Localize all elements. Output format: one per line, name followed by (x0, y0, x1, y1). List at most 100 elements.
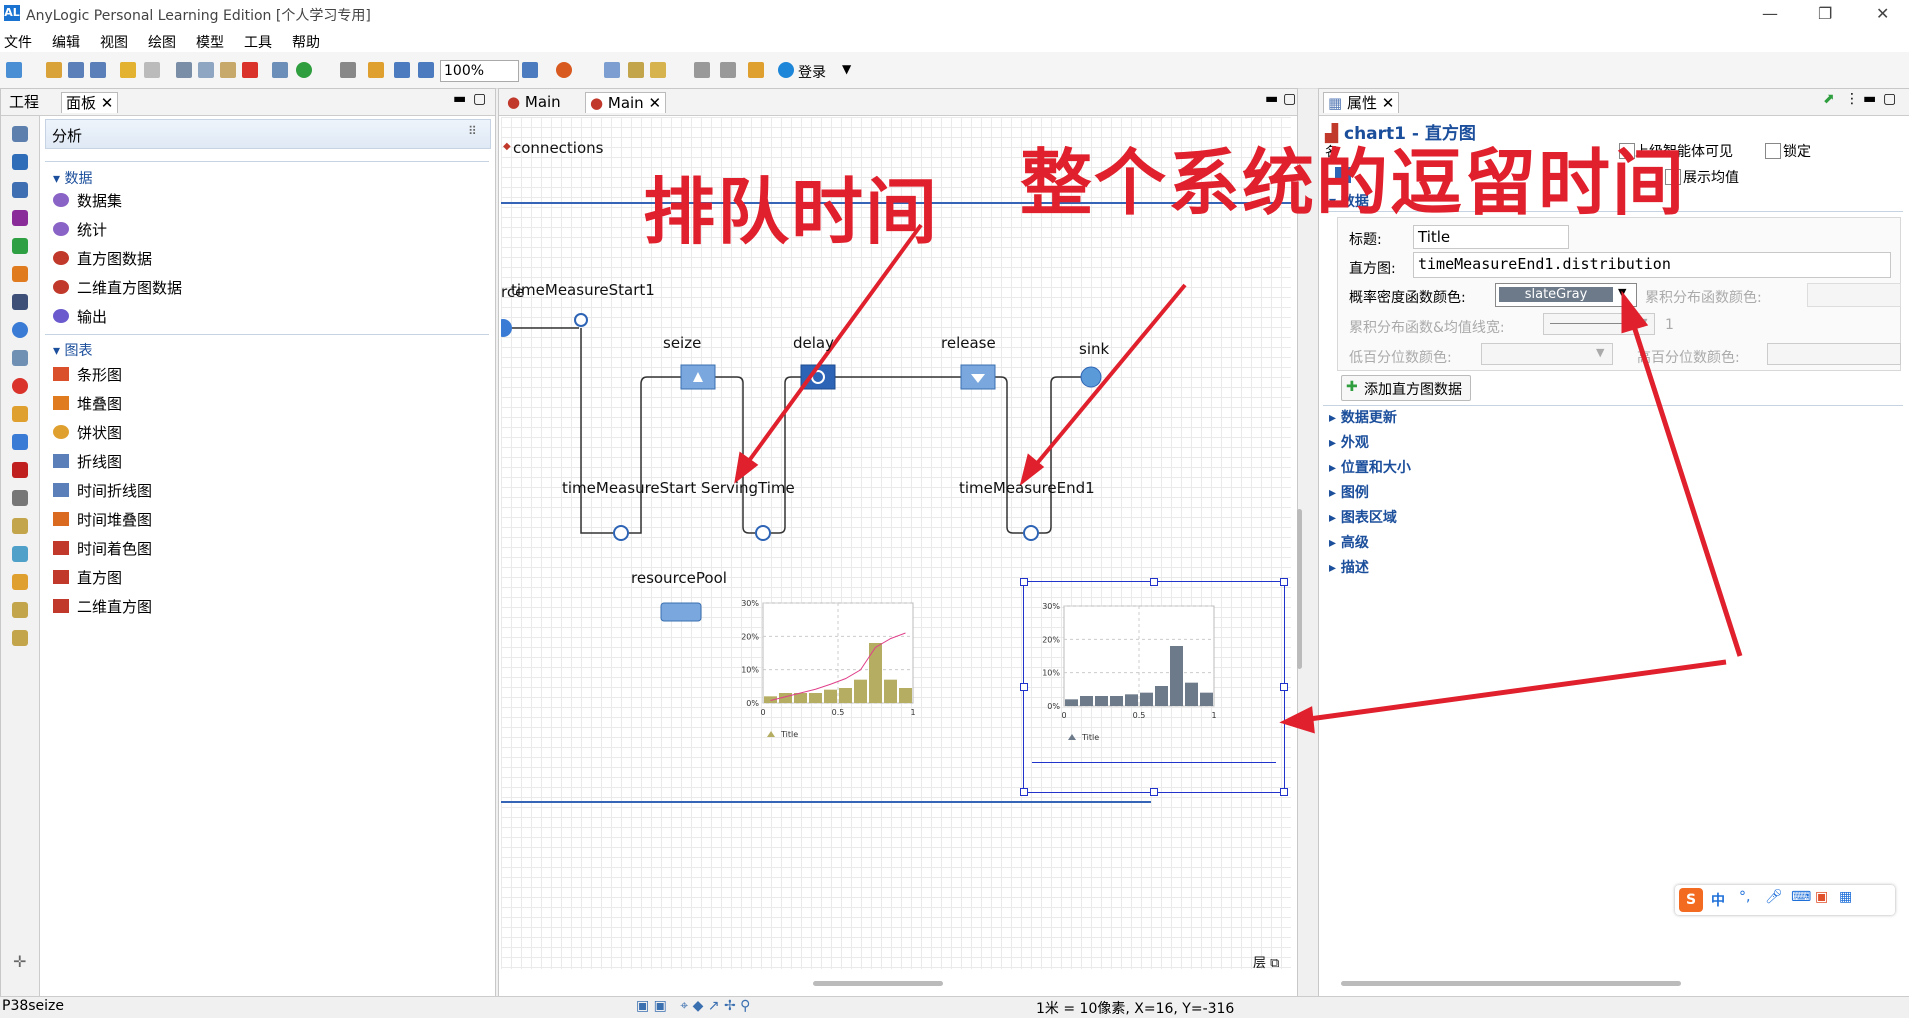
run-icon[interactable] (296, 62, 312, 78)
new-icon[interactable] (6, 62, 22, 78)
palette-cat-pictures-icon[interactable] (12, 546, 28, 562)
palette-cat-generic-icon[interactable] (12, 126, 28, 142)
save-all-icon[interactable] (90, 62, 106, 78)
login-button[interactable]: 登录 (798, 62, 826, 82)
snap-icon[interactable] (628, 62, 644, 78)
palette-item-pie-chart[interactable]: 饼状图 (77, 422, 122, 443)
zoom-in-icon[interactable] (522, 62, 538, 78)
histogram-chart-0[interactable]: 0% 10% 20% 30% 0 0.5 1 Title (737, 597, 927, 747)
copy-icon[interactable] (198, 62, 214, 78)
palette-cat-fluid-icon[interactable] (12, 322, 28, 338)
palette-cat-process-icon[interactable] (12, 210, 28, 226)
palette-cat-material-icon[interactable] (12, 350, 28, 366)
palette-cat-3d-icon[interactable] (12, 574, 28, 590)
minimize-view-icon[interactable]: ▬ (1265, 91, 1278, 107)
palette-cat-agent-icon[interactable] (12, 378, 28, 394)
maximize-view-icon[interactable]: ▢ (1283, 91, 1296, 107)
palette-view-icon[interactable]: ⠿ (468, 124, 477, 138)
tab-main-1[interactable]: ● Main (503, 92, 565, 112)
keyboard-icon[interactable]: ⌨ (1791, 889, 1811, 905)
lock-checkbox[interactable] (1765, 143, 1781, 159)
cloud-icon[interactable] (778, 62, 794, 78)
close-icon[interactable]: ✕ (1382, 94, 1395, 112)
experiment-icon[interactable] (556, 62, 572, 78)
maximize-view-icon[interactable]: ▢ (473, 91, 486, 107)
palette-cat-rail-icon[interactable] (12, 266, 28, 282)
section-charts[interactable]: ▾ 图表 (53, 340, 92, 360)
horizontal-scrollbar[interactable] (813, 981, 943, 986)
microphone-icon[interactable]: 🎤︎ (1765, 889, 1783, 905)
palette-item-time-plot[interactable]: 时间折线图 (77, 480, 152, 501)
high-percentile-select[interactable] (1767, 343, 1901, 365)
palette-item-time-color-chart[interactable]: 时间着色图 (77, 538, 152, 559)
maximize-button[interactable]: ❐ (1818, 4, 1832, 23)
zoom-select[interactable]: 100% (440, 60, 519, 82)
format-icon[interactable] (748, 62, 764, 78)
zoom-tool-icon[interactable] (418, 62, 434, 78)
cut-icon[interactable] (176, 62, 192, 78)
stop-icon[interactable] (340, 62, 356, 78)
palette-cat-presentation-icon[interactable] (12, 406, 28, 422)
tab-main-2[interactable]: ● Main ✕ (585, 92, 667, 113)
build-icon[interactable] (272, 62, 288, 78)
sink-block[interactable] (1080, 366, 1102, 388)
palette-cat-road-icon[interactable] (12, 294, 28, 310)
login-dropdown-icon[interactable]: ▼ (842, 62, 851, 76)
undo-icon[interactable] (120, 62, 136, 78)
align-icon[interactable] (650, 62, 666, 78)
palette-item-statistics[interactable]: 统计 (77, 219, 107, 240)
menu-model[interactable]: 模型 (196, 32, 224, 52)
delete-icon[interactable] (242, 62, 258, 78)
layers-button[interactable]: 层 ⧉ (1253, 952, 1279, 971)
grid-icon[interactable] (604, 62, 620, 78)
resize-handle[interactable] (1020, 788, 1028, 796)
time-measure-start-serving-block[interactable] (613, 525, 629, 541)
source-block[interactable] (501, 319, 512, 337)
serving-time-block[interactable] (755, 525, 771, 541)
palette-cat-misc-icon[interactable] (12, 630, 28, 646)
time-measure-end1-block[interactable] (1023, 525, 1039, 541)
resize-handle[interactable] (1020, 578, 1028, 586)
palette-item-line-chart[interactable]: 折线图 (77, 451, 122, 472)
minimize-button[interactable]: — (1762, 4, 1778, 23)
time-measure-start1-block[interactable] (574, 313, 588, 327)
toolbox-icon[interactable]: ▦ (1839, 889, 1852, 905)
palette-item-time-stack-chart[interactable]: 时间堆叠图 (77, 509, 152, 530)
palette-cat-connectivity-icon[interactable] (12, 518, 28, 534)
menu-help[interactable]: 帮助 (292, 32, 320, 52)
section-data[interactable]: ▾ 数据 (53, 168, 92, 188)
palette-item-histogram2d-data[interactable]: 二维直方图数据 (77, 277, 182, 298)
palette-cat-pedestrian-icon[interactable] (12, 238, 28, 254)
palette-cat-system-icon[interactable] (12, 602, 28, 618)
horizontal-scrollbar[interactable] (1341, 981, 1681, 986)
resource-pool-block[interactable] (660, 602, 702, 622)
menu-edit[interactable]: 编辑 (52, 32, 80, 52)
tab-properties[interactable]: ▦ 属性 ✕ (1323, 92, 1400, 113)
open-icon[interactable] (46, 62, 62, 78)
palette-cat-controls-icon[interactable] (12, 490, 28, 506)
connect-icon[interactable] (368, 62, 384, 78)
palette-item-histogram-data[interactable]: 直方图数据 (77, 248, 152, 269)
tab-project[interactable]: 工程 (5, 92, 43, 112)
palette-item-dataset[interactable]: 数据集 (77, 190, 122, 211)
palette-cat-space-icon[interactable] (12, 434, 28, 450)
view-menu-icon[interactable]: ⋮ (1845, 91, 1859, 107)
minimize-view-icon[interactable]: ▬ (453, 91, 466, 107)
palette-item-histogram[interactable]: 直方图 (77, 567, 122, 588)
layer-icon[interactable] (694, 62, 710, 78)
palette-item-histogram2d[interactable]: 二维直方图 (77, 596, 152, 617)
palette-cat-star-icon[interactable] (12, 154, 28, 170)
palette-cat-sd-icon[interactable] (12, 182, 28, 198)
menu-draw[interactable]: 绘图 (148, 32, 176, 52)
close-icon[interactable]: ✕ (101, 94, 114, 112)
palette-cat-analysis-icon[interactable] (12, 462, 28, 478)
resize-handle[interactable] (1150, 788, 1158, 796)
ime-toolbar[interactable]: S 中 °, 🎤︎ ⌨ ▣ ▦ (1675, 885, 1895, 915)
menu-file[interactable]: 文件 (4, 32, 32, 52)
resize-handle[interactable] (1280, 788, 1288, 796)
punctuation-icon[interactable]: °, (1739, 889, 1750, 905)
close-button[interactable]: ✕ (1876, 4, 1889, 23)
skin-icon[interactable]: ▣ (1815, 889, 1828, 905)
ime-mode-label[interactable]: 中 (1711, 890, 1725, 910)
redo-icon[interactable] (144, 62, 160, 78)
